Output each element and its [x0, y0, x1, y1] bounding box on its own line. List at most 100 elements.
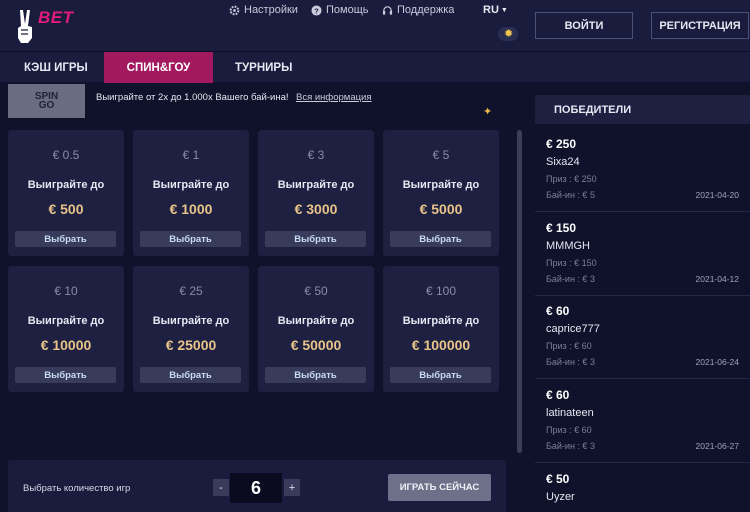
- headset-icon: [382, 5, 393, 15]
- card-prize: € 1000: [169, 201, 213, 217]
- winner-prize: Приз : € 250: [546, 174, 597, 184]
- winner-amount: € 60: [546, 388, 570, 402]
- card-buyin: € 10: [54, 284, 78, 298]
- winner-buyin: Бай-ин : € 3: [546, 274, 595, 284]
- svg-text:?: ?: [314, 6, 319, 15]
- settings-label: Настройки: [244, 4, 298, 16]
- divider: [535, 295, 750, 296]
- game-card: € 10 Выиграйте до € 10000 Выбрать: [8, 266, 124, 392]
- winner-name: Sixa24: [546, 156, 580, 168]
- card-title: Выиграйте до: [277, 179, 355, 191]
- winner-date: 2021-04-20: [695, 190, 739, 200]
- help-link[interactable]: ? Помощь: [311, 4, 369, 16]
- increment-button[interactable]: +: [284, 479, 300, 496]
- login-button[interactable]: ВОЙТИ: [535, 12, 633, 39]
- gear-icon: [229, 5, 240, 15]
- choose-button[interactable]: Выбрать: [265, 367, 366, 383]
- card-title: Выиграйте до: [277, 315, 355, 327]
- card-prize: € 500: [48, 201, 84, 217]
- support-label: Поддержка: [397, 4, 455, 16]
- choose-button[interactable]: Выбрать: [15, 367, 116, 383]
- winner-date: 2021-04-12: [695, 274, 739, 284]
- games-count-input[interactable]: 6: [230, 473, 282, 503]
- victory-hand-icon: [18, 10, 32, 43]
- winner-prize: Приз : € 60: [546, 425, 592, 435]
- sparkle-icon: ✦: [483, 106, 493, 118]
- winner-amount: € 50: [546, 472, 570, 486]
- info-link[interactable]: Вся информация: [296, 92, 372, 103]
- caret-down-icon: ▼: [500, 6, 508, 14]
- game-card: € 3 Выиграйте до € 3000 Выбрать: [258, 130, 374, 256]
- winner-name: MMMGH: [546, 240, 590, 252]
- banner-text: Выиграйте от 2x до 1.000x Вашего бай-ина…: [96, 92, 289, 103]
- choose-button[interactable]: Выбрать: [265, 231, 366, 247]
- sun-icon: ✹: [504, 28, 514, 40]
- winner-name: Uyzer: [546, 491, 575, 503]
- winner-name: latinateen: [546, 407, 594, 419]
- card-title: Выиграйте до: [152, 315, 230, 327]
- winner-item: € 50 Uyzer: [535, 472, 750, 512]
- brand-name: BET: [38, 8, 74, 27]
- spin-logo-line2: GO: [38, 100, 55, 111]
- top-header: BET Настройки ? Помощь Поддержка RU ▼ ✹ В…: [0, 0, 750, 51]
- winner-amount: € 150: [546, 221, 577, 235]
- winner-prize: Приз : € 150: [546, 258, 597, 268]
- winner-item: € 60 latinateen Приз : € 60 Бай-ин : € 3…: [535, 388, 750, 468]
- winner-amount: € 60: [546, 304, 570, 318]
- divider: [535, 211, 750, 212]
- decrement-button[interactable]: -: [213, 479, 229, 496]
- game-tabs: КЭШ ИГРЫ СПИН&ГОУ ТУРНИРЫ: [0, 51, 750, 83]
- card-title: Выиграйте до: [152, 179, 230, 191]
- winner-date: 2021-06-27: [695, 441, 739, 451]
- choose-button[interactable]: Выбрать: [140, 231, 241, 247]
- card-prize: € 10000: [40, 337, 92, 353]
- winner-amount: € 250: [546, 137, 577, 151]
- settings-link[interactable]: Настройки: [229, 4, 298, 16]
- brand-logo[interactable]: BET: [14, 6, 84, 46]
- tab-tournaments[interactable]: ТУРНИРЫ: [235, 52, 292, 83]
- play-bar: Выбрать количество игр - 6 + ИГРАТЬ СЕЙЧ…: [8, 460, 506, 512]
- choose-button[interactable]: Выбрать: [140, 367, 241, 383]
- winner-buyin: Бай-ин : € 5: [546, 190, 595, 200]
- card-prize: € 25000: [165, 337, 217, 353]
- game-card: € 100 Выиграйте до € 100000 Выбрать: [383, 266, 499, 392]
- card-title: Выиграйте до: [27, 179, 105, 191]
- card-title: Выиграйте до: [27, 315, 105, 327]
- language-select[interactable]: RU ▼: [483, 4, 508, 16]
- winner-date: 2021-06-24: [695, 357, 739, 367]
- card-buyin: € 50: [304, 284, 328, 298]
- card-buyin: € 25: [179, 284, 203, 298]
- support-link[interactable]: Поддержка: [382, 4, 454, 16]
- games-count-label: Выбрать количество игр: [23, 483, 131, 494]
- divider: [535, 462, 750, 463]
- winner-buyin: Бай-ин : € 3: [546, 357, 595, 367]
- tab-cash-games[interactable]: КЭШ ИГРЫ: [24, 52, 88, 83]
- help-label: Помощь: [326, 4, 369, 16]
- card-buyin: € 1: [182, 148, 200, 162]
- winner-buyin: Бай-ин : € 3: [546, 441, 595, 451]
- card-prize: € 3000: [294, 201, 338, 217]
- card-prize: € 50000: [290, 337, 342, 353]
- register-button[interactable]: РЕГИСТРАЦИЯ: [651, 12, 749, 39]
- game-card: € 5 Выиграйте до € 5000 Выбрать: [383, 130, 499, 256]
- cards-scrollbar[interactable]: [517, 130, 522, 453]
- choose-button[interactable]: Выбрать: [390, 367, 491, 383]
- language-value: RU: [483, 4, 499, 16]
- card-buyin: € 100: [425, 284, 457, 298]
- tab-spin-and-go[interactable]: СПИН&ГОУ: [104, 52, 213, 83]
- play-now-button[interactable]: ИГРАТЬ СЕЙЧАС: [388, 474, 491, 501]
- winner-item: € 150 MMMGH Приз : € 150 Бай-ин : € 3 20…: [535, 221, 750, 301]
- card-buyin: € 3: [307, 148, 325, 162]
- question-circle-icon: ?: [311, 4, 322, 16]
- winner-prize: Приз : € 60: [546, 341, 592, 351]
- game-card: € 0.5 Выиграйте до € 500 Выбрать: [8, 130, 124, 256]
- game-card: € 1 Выиграйте до € 1000 Выбрать: [133, 130, 249, 256]
- choose-button[interactable]: Выбрать: [390, 231, 491, 247]
- theme-toggle[interactable]: ✹: [498, 27, 518, 41]
- game-card: € 25 Выиграйте до € 25000 Выбрать: [133, 266, 249, 392]
- spin-and-go-logo: SPIN GO: [8, 84, 85, 118]
- winner-item: € 250 Sixa24 Приз : € 250 Бай-ин : € 5 2…: [535, 137, 750, 217]
- choose-button[interactable]: Выбрать: [15, 231, 116, 247]
- game-card: € 50 Выиграйте до € 50000 Выбрать: [258, 266, 374, 392]
- winner-item: € 60 caprice777 Приз : € 60 Бай-ин : € 3…: [535, 304, 750, 384]
